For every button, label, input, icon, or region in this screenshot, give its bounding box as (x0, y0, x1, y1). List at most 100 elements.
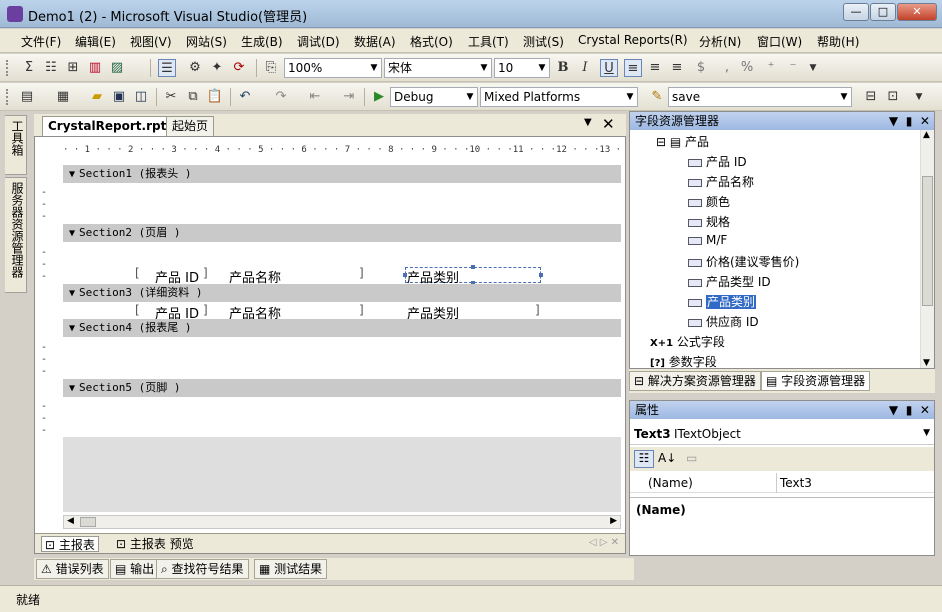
alphabetical-icon[interactable]: A↓ (658, 451, 676, 465)
collapse-icon[interactable]: ⊟ (656, 135, 670, 149)
undo-icon[interactable]: ↶ (236, 88, 254, 106)
close-document-icon[interactable]: ✕ (602, 115, 615, 133)
scrollbar-thumb[interactable] (922, 176, 933, 306)
tab-main-report-preview[interactable]: ⊡ 主报表 预览 (113, 536, 197, 552)
tree-field[interactable]: 价格(建议零售价) (688, 253, 799, 270)
platform-combo[interactable]: Mixed Platforms ▼ (480, 87, 638, 107)
chevron-down-icon[interactable]: ▼ (923, 428, 930, 438)
section-header-page-footer[interactable]: ▼ Section5 (页脚 ) (63, 379, 621, 397)
maximize-button[interactable]: □ (870, 3, 896, 21)
currency-button[interactable]: $ (692, 59, 710, 77)
scroll-down-icon[interactable]: ▼ (923, 358, 930, 368)
save-icon[interactable]: ▣ (110, 88, 128, 106)
navigate-back-icon[interactable]: ⇤ (306, 88, 324, 106)
chevron-down-icon[interactable]: ▼ (535, 59, 549, 77)
align-left-icon[interactable]: ≡ (624, 59, 642, 77)
subreport-icon[interactable]: ⊞ (64, 59, 82, 77)
font-combo[interactable]: 宋体 ▼ (384, 58, 492, 78)
collapse-triangle-icon[interactable]: ▼ (69, 285, 75, 303)
add-item-icon[interactable]: ▦ (54, 88, 72, 106)
nav-arrows-icon[interactable]: ◁ ▷ ✕ (589, 537, 619, 548)
percent-button[interactable]: % (738, 59, 756, 77)
property-pages-icon[interactable]: ▭ (686, 451, 697, 465)
chevron-down-icon[interactable]: ▼ (584, 117, 592, 128)
tab-output[interactable]: ▤ 输出 (110, 559, 160, 579)
section-header-page-header[interactable]: ▼ Section2 (页眉 ) (63, 224, 621, 242)
italic-button[interactable]: I (576, 59, 594, 77)
menu-view[interactable]: 视图(V) (130, 33, 172, 50)
find-in-files-icon[interactable]: ✎ (648, 88, 666, 106)
scroll-up-icon[interactable]: ▲ (923, 130, 930, 140)
menu-build[interactable]: 生成(B) (241, 33, 283, 50)
tree-table-products[interactable]: ⊟ ▤ 产品 (656, 133, 709, 150)
refresh-icon[interactable]: ⟳ (230, 59, 248, 77)
menu-debug[interactable]: 调试(D) (297, 33, 340, 50)
horizontal-scrollbar[interactable]: ◀ ▶ (63, 515, 621, 529)
panel-header-buttons[interactable]: ▼ ▮ ✕ (889, 112, 930, 130)
start-debugging-icon[interactable]: ▶ (370, 88, 388, 106)
close-window-button[interactable]: ✕ (897, 3, 937, 21)
increase-decimal-icon[interactable]: ⁺ (762, 59, 780, 77)
scroll-left-icon[interactable]: ◀ (67, 516, 74, 526)
panel-header-buttons[interactable]: ▼ ▮ ✕ (889, 401, 930, 419)
tab-test-results[interactable]: ▦ 测试结果 (254, 559, 328, 579)
property-value[interactable]: Text3 (780, 476, 812, 490)
collapse-triangle-icon[interactable]: ▼ (69, 225, 75, 243)
menu-window[interactable]: 窗口(W) (757, 33, 802, 50)
solution-explorer-icon[interactable]: ⊟ (862, 88, 880, 106)
chart-icon[interactable]: ▥ (86, 59, 104, 77)
zoom-combo[interactable]: 100% ▼ (284, 58, 382, 78)
tab-find-symbol-results[interactable]: ⌕ 查找符号结果 (156, 559, 249, 579)
menu-edit[interactable]: 编辑(E) (75, 33, 116, 50)
tree-field[interactable]: 规格 (688, 213, 730, 230)
copy-icon[interactable]: ⧉ (184, 88, 202, 106)
toolbox-tab[interactable]: 工具箱 (5, 115, 27, 175)
chevron-down-icon[interactable]: ▼ (367, 59, 381, 77)
toolbar-grip[interactable] (6, 60, 9, 76)
tree-field[interactable]: M/F (688, 233, 727, 247)
new-project-icon[interactable]: ▤ (18, 88, 36, 106)
chevron-down-icon[interactable]: ▼ (623, 88, 637, 106)
tree-field[interactable]: 产品 ID (688, 153, 747, 170)
cut-icon[interactable]: ✂ (162, 88, 180, 106)
tree-field-selected[interactable]: 产品类别 (688, 293, 757, 310)
sigma-icon[interactable]: Σ (20, 59, 38, 77)
section-body-details[interactable]: [ 产品 ID ] 产品名称 ] 产品类别 ] (63, 302, 621, 322)
menu-help[interactable]: 帮助(H) (817, 33, 859, 50)
section-header-details[interactable]: ▼ Section3 (详细资料 ) (63, 284, 621, 302)
tree-field[interactable]: 产品类型 ID (688, 273, 771, 290)
underline-button[interactable]: U (600, 59, 618, 77)
menu-crystal-reports[interactable]: Crystal Reports(R) (578, 33, 688, 47)
decrease-decimal-icon[interactable]: ⁻ (784, 59, 802, 77)
resize-handle[interactable] (403, 273, 407, 277)
scrollbar-thumb[interactable] (80, 517, 96, 527)
properties-icon[interactable]: ⊡ (884, 88, 902, 106)
tab-start-page[interactable]: 起始页 (166, 116, 215, 136)
menu-tools[interactable]: 工具(T) (468, 33, 509, 50)
font-size-combo[interactable]: 10 ▼ (494, 58, 550, 78)
tree-parameter-fields[interactable]: [?] 参数字段 (650, 353, 717, 370)
section-body-page-header[interactable]: [ 产品 ID ] 产品名称 ] 产品类别 (63, 242, 621, 286)
toolbar-grip[interactable] (6, 89, 9, 105)
section-body-page-footer[interactable] (63, 397, 621, 437)
vertical-scrollbar[interactable]: ▲ ▼ (920, 130, 934, 368)
group-icon[interactable]: ☷ (42, 59, 60, 77)
object-selector[interactable]: Text3 ITextObject ▼ (630, 423, 934, 445)
tree-formula-fields[interactable]: X+1 公式字段 (650, 333, 725, 350)
menu-data[interactable]: 数据(A) (354, 33, 396, 50)
menu-format[interactable]: 格式(O) (410, 33, 453, 50)
tab-field-explorer[interactable]: ▤ 字段资源管理器 (761, 371, 871, 391)
align-center-icon[interactable]: ≡ (646, 59, 664, 77)
chevron-down-icon[interactable]: ▼ (463, 88, 477, 106)
bold-button[interactable]: B (554, 59, 572, 77)
save-all-icon[interactable]: ◫ (132, 88, 150, 106)
paste-icon[interactable]: 📋 (206, 88, 224, 106)
comma-button[interactable]: , (718, 59, 736, 77)
menu-test[interactable]: 测试(S) (523, 33, 564, 50)
redo-icon[interactable]: ↷ (272, 88, 290, 106)
chevron-down-icon[interactable]: ▼ (837, 88, 851, 106)
section-body-report-header[interactable] (63, 183, 621, 223)
menu-website[interactable]: 网站(S) (186, 33, 227, 50)
categorized-icon[interactable]: ☷ (634, 450, 654, 468)
tab-error-list[interactable]: ⚠ 错误列表 (36, 559, 109, 579)
